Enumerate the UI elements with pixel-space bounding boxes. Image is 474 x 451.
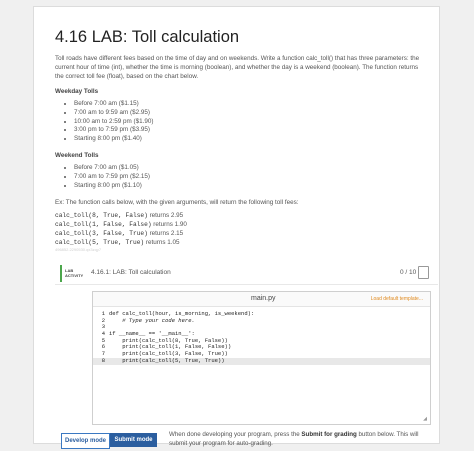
code-line: 2 # Type your code here.: [93, 316, 430, 325]
note-emphasis: Submit for grading: [301, 431, 357, 438]
note-text: When done developing your program, press…: [169, 431, 302, 438]
code-area[interactable]: 1 def calc_toll(hour, is_morning, is_week…: [93, 310, 430, 365]
mode-bar: Develop mode Submit mode When done devel…: [55, 429, 438, 451]
page-title: 4.16 LAB: Toll calculation: [55, 28, 240, 46]
list-item: Before 7:00 am ($1.15): [74, 100, 153, 109]
resize-grip-icon[interactable]: ◢: [423, 416, 427, 422]
editor-header: main.py Load default template...: [93, 292, 430, 307]
weekday-heading: Weekday Tolls: [55, 88, 99, 95]
example-intro: Ex: The function calls below, with the g…: [55, 199, 299, 206]
tag-line: ACTIVITY: [65, 273, 84, 278]
lab-header: LAB ACTIVITY 4.16.1: LAB: Toll calculatio…: [55, 262, 438, 285]
example-code: calc_toll(5, True, True): [55, 239, 145, 246]
score-text: 0 / 10: [400, 269, 417, 276]
list-item: 3:00 pm to 7:59 pm ($3.95): [74, 126, 153, 135]
list-item: Starting 8:00 pm ($1.40): [74, 135, 153, 144]
load-template-link[interactable]: Load default template...: [371, 296, 423, 302]
example-call: calc_toll(3, False, True) returns 2.15: [55, 230, 183, 239]
example-code: calc_toll(1, False, False): [55, 221, 152, 228]
lab-page: 4.16 LAB: Toll calculation Toll roads ha…: [33, 6, 440, 449]
example-call: calc_toll(8, True, False) returns 2.95: [55, 212, 183, 221]
filename-label: main.py: [251, 295, 276, 302]
list-item: 10:00 am to 2:59 pm ($1.90): [74, 118, 153, 127]
list-item: Starting 8:00 pm ($1.10): [74, 182, 150, 191]
line-number: 8: [101, 356, 105, 364]
example-result: returns 2.95: [147, 212, 184, 219]
list-item: Before 7:00 am ($1.05): [74, 164, 150, 173]
weekday-list: Before 7:00 am ($1.15) 7:00 am to 9:59 a…: [67, 100, 153, 144]
example-code: calc_toll(3, False, True): [55, 230, 148, 237]
weekend-list: Before 7:00 am ($1.05) 7:00 am to 7:59 p…: [67, 164, 150, 190]
code-line-active: 8 print(calc_toll(5, True, True)): [93, 356, 430, 365]
example-code: calc_toll(8, True, False): [55, 212, 148, 219]
line-text: # Type your code here.: [109, 316, 195, 324]
example-call: calc_toll(1, False, False) returns 1.90: [55, 221, 187, 230]
submit-mode-button[interactable]: Submit mode: [110, 433, 157, 447]
example-result: returns 1.90: [151, 221, 187, 228]
lab-activity: LAB ACTIVITY 4.16.1: LAB: Toll calculatio…: [55, 262, 438, 449]
score-badge-icon: [418, 266, 429, 279]
submit-note: When done developing your program, press…: [169, 431, 434, 448]
lab-activity-tag: LAB ACTIVITY: [60, 265, 84, 282]
list-item: 7:00 am to 7:59 pm ($2.15): [74, 173, 150, 182]
lab-title: 4.16.1: LAB: Toll calculation: [91, 269, 171, 276]
content-id: 496852.2290530.qx3zqy7: [55, 247, 102, 252]
weekend-heading: Weekend Tolls: [55, 152, 99, 159]
code-editor[interactable]: main.py Load default template... 1 def ca…: [92, 291, 431, 425]
list-item: 7:00 am to 9:59 am ($2.95): [74, 109, 153, 118]
example-result: returns 1.05: [144, 239, 180, 246]
example-result: returns 2.15: [147, 230, 184, 237]
intro-text: Toll roads have different fees based on …: [55, 55, 420, 80]
develop-mode-button[interactable]: Develop mode: [61, 433, 110, 449]
line-text: print(calc_toll(5, True, True)): [109, 356, 225, 364]
